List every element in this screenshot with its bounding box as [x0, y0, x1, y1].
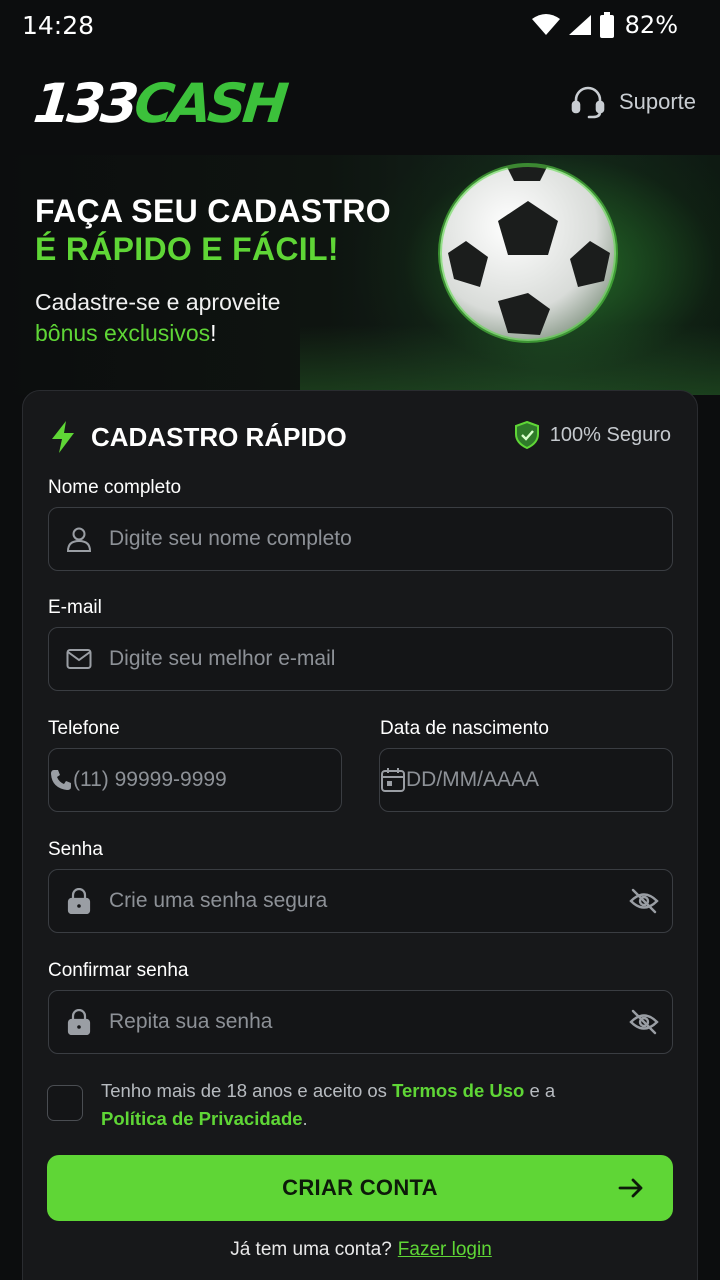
birth-field[interactable] [379, 748, 677, 812]
battery-icon [599, 12, 614, 38]
name-label: Nome completo [48, 477, 182, 498]
create-account-label: CRIAR CONTA [282, 1175, 438, 1200]
mail-icon [49, 648, 109, 670]
soccer-ball-image [438, 163, 618, 343]
email-input[interactable] [109, 628, 672, 690]
arrow-right-icon [618, 1178, 643, 1198]
user-icon [49, 526, 109, 552]
phone-field[interactable] [48, 748, 344, 812]
logo-number: 133 [30, 71, 139, 135]
support-button[interactable]: Suporte [569, 82, 696, 122]
confirm-password-input[interactable] [109, 991, 616, 1053]
shield-check-icon [514, 421, 539, 449]
status-time: 14:28 [22, 11, 95, 40]
privacy-policy-link[interactable]: Política de Privacidade [101, 1108, 303, 1129]
hero-subtitle: Cadastre-se e aproveite [35, 289, 281, 315]
terms-text: Tenho mais de 18 anos e aceito os Termos… [101, 1077, 661, 1133]
hero-exclamation: ! [210, 320, 217, 346]
phone-label: Telefone [48, 718, 120, 739]
lightning-icon [52, 421, 74, 453]
eye-off-icon[interactable] [616, 888, 672, 914]
confirm-password-label: Confirmar senha [48, 960, 189, 981]
headset-icon [571, 86, 605, 119]
terms-of-use-link[interactable]: Termos de Uso [392, 1080, 524, 1101]
phone-icon [49, 768, 73, 792]
hero-title: FAÇA SEU CADASTRO [35, 193, 391, 229]
email-field[interactable] [48, 627, 673, 691]
hero-subtitle-highlight: bônus exclusivos! [35, 320, 217, 347]
email-label: E-mail [48, 597, 102, 618]
password-input[interactable] [109, 870, 616, 932]
name-field[interactable] [48, 507, 673, 571]
terms-middle: e a [524, 1080, 556, 1101]
support-label: Suporte [618, 89, 696, 114]
battery-percent: 82% [624, 11, 678, 39]
header: 133 CASH Suporte [0, 60, 720, 150]
password-label: Senha [48, 839, 103, 860]
birth-label: Data de nascimento [380, 718, 549, 739]
secure-label: 100% Seguro [549, 423, 671, 446]
terms-suffix: . [302, 1108, 308, 1129]
wifi-icon [531, 14, 560, 35]
birth-input[interactable] [406, 749, 677, 811]
login-prompt: Já tem uma conta? Fazer login [23, 1239, 699, 1261]
lock-icon [49, 1009, 109, 1035]
hero-bonus-text: bônus exclusivos [35, 320, 211, 346]
secure-badge: 100% Seguro [514, 421, 671, 449]
signup-card: CADASTRO RÁPIDO 100% Seguro Nome complet… [22, 390, 698, 1280]
phone-input[interactable] [73, 749, 344, 811]
terms-checkbox[interactable] [47, 1085, 83, 1121]
logo-word: CASH [131, 71, 288, 135]
terms-prefix: Tenho mais de 18 anos e aceito os [101, 1080, 393, 1101]
eye-off-icon[interactable] [616, 1009, 672, 1035]
status-bar: 14:28 82% [0, 0, 720, 50]
brand-logo[interactable]: 133 CASH [30, 68, 288, 138]
lock-icon [49, 888, 109, 914]
password-field[interactable] [48, 869, 673, 933]
name-input[interactable] [109, 508, 672, 570]
login-prompt-text: Já tem uma conta? [230, 1239, 392, 1260]
login-link[interactable]: Fazer login [398, 1239, 492, 1260]
hero-title-highlight: É RÁPIDO E FÁCIL! [35, 231, 339, 267]
confirm-password-field[interactable] [48, 990, 673, 1054]
status-icons: 82% [531, 11, 678, 39]
card-title: CADASTRO RÁPIDO [91, 421, 347, 452]
create-account-button[interactable]: CRIAR CONTA [47, 1155, 673, 1221]
hero-banner: FAÇA SEU CADASTRO É RÁPIDO E FÁCIL! Cada… [0, 155, 720, 395]
card-header: CADASTRO RÁPIDO [49, 419, 347, 455]
calendar-icon [380, 767, 406, 793]
signal-icon [568, 15, 591, 35]
